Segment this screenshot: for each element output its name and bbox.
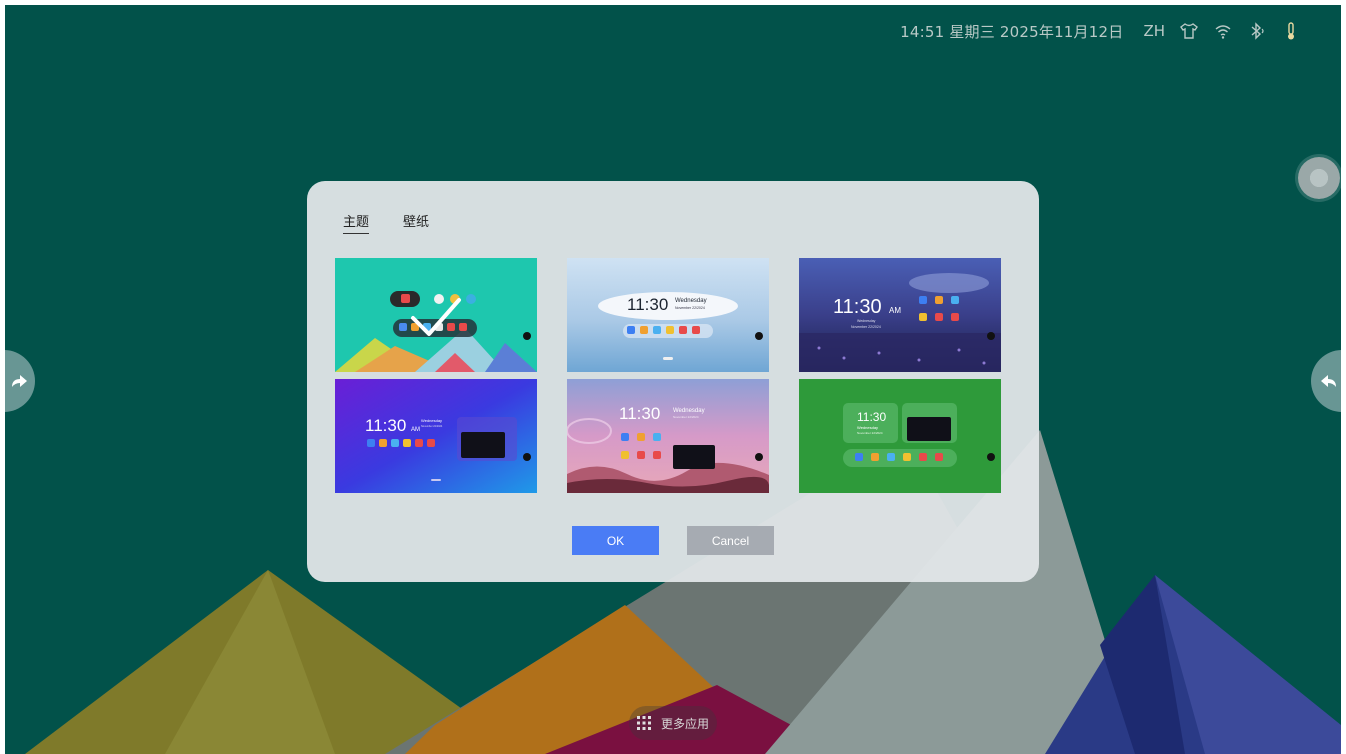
svg-text:AM: AM [889, 306, 901, 315]
theme-dialog: 主题 壁纸 11:30 Wednesday November 22/2024 1… [307, 181, 1039, 582]
status-bar: 14:51 星期三 2025年11月12日 ZH [900, 19, 1301, 43]
desktop: 14:51 星期三 2025年11月12日 ZH 更多应用 主题 壁纸 11:3… [5, 5, 1341, 754]
tab-wallpaper[interactable]: 壁纸 [403, 211, 429, 234]
more-apps-label: 更多应用 [660, 716, 709, 731]
theme-grid: 11:30 Wednesday November 22/2024 11:30 A… [335, 258, 1002, 493]
svg-text:November 22/2024: November 22/2024 [857, 431, 883, 435]
svg-text:November 22/2024: November 22/2024 [421, 425, 443, 428]
status-datetime: 14:51 星期三 2025年11月12日 [900, 22, 1124, 41]
bluetooth-icon[interactable] [1247, 21, 1267, 41]
theme-card-night-meadow[interactable]: 11:30 AM Wednesday November 22/2024 [799, 258, 1001, 372]
svg-text:November 22/2024: November 22/2024 [851, 325, 881, 329]
apps-grid-icon [636, 716, 651, 730]
theme-card-purple-gradient[interactable]: 11:30 AM Wednesday November 22/2024 [335, 379, 537, 493]
tshirt-icon[interactable] [1179, 21, 1199, 41]
theme-card-lake-blue[interactable]: 11:30 Wednesday November 22/2024 [567, 258, 769, 372]
svg-text:Wednesday: Wednesday [675, 298, 707, 304]
ok-button[interactable]: OK [572, 526, 659, 555]
svg-text:Wednesday: Wednesday [673, 408, 705, 414]
svg-text:Wednesday: Wednesday [857, 425, 878, 430]
svg-text:11:30: 11:30 [627, 295, 668, 314]
back-arrow-icon [1321, 375, 1336, 387]
svg-text:11:30: 11:30 [619, 404, 660, 423]
svg-text:11:30: 11:30 [857, 410, 886, 424]
theme-card-pink-dunes[interactable]: 11:30 Wednesday November 22/2024 [567, 379, 769, 493]
tab-theme[interactable]: 主题 [343, 211, 370, 234]
more-apps-button[interactable]: 更多应用 [629, 706, 717, 740]
cancel-button[interactable]: Cancel [687, 526, 774, 555]
svg-text:11:30: 11:30 [833, 296, 882, 318]
theme-card-teal-polygon[interactable] [335, 258, 537, 372]
svg-text:AM: AM [411, 427, 420, 433]
svg-text:November 22/2024: November 22/2024 [675, 306, 705, 310]
wifi-icon[interactable] [1213, 21, 1233, 41]
theme-card-green-widgets[interactable]: 11:30 Wednesday November 22/2024 [799, 379, 1001, 493]
svg-text:11:30: 11:30 [365, 416, 406, 435]
svg-text:Wednesday: Wednesday [421, 418, 442, 423]
floating-assistant-ball[interactable] [1298, 157, 1340, 199]
dialog-tabs: 主题 壁纸 [343, 211, 429, 234]
svg-text:Wednesday: Wednesday [857, 319, 876, 323]
svg-text:November 22/2024: November 22/2024 [673, 415, 699, 419]
language-indicator[interactable]: ZH [1143, 22, 1165, 40]
forward-arrow-icon [12, 375, 27, 387]
thermometer-icon[interactable] [1281, 21, 1301, 41]
